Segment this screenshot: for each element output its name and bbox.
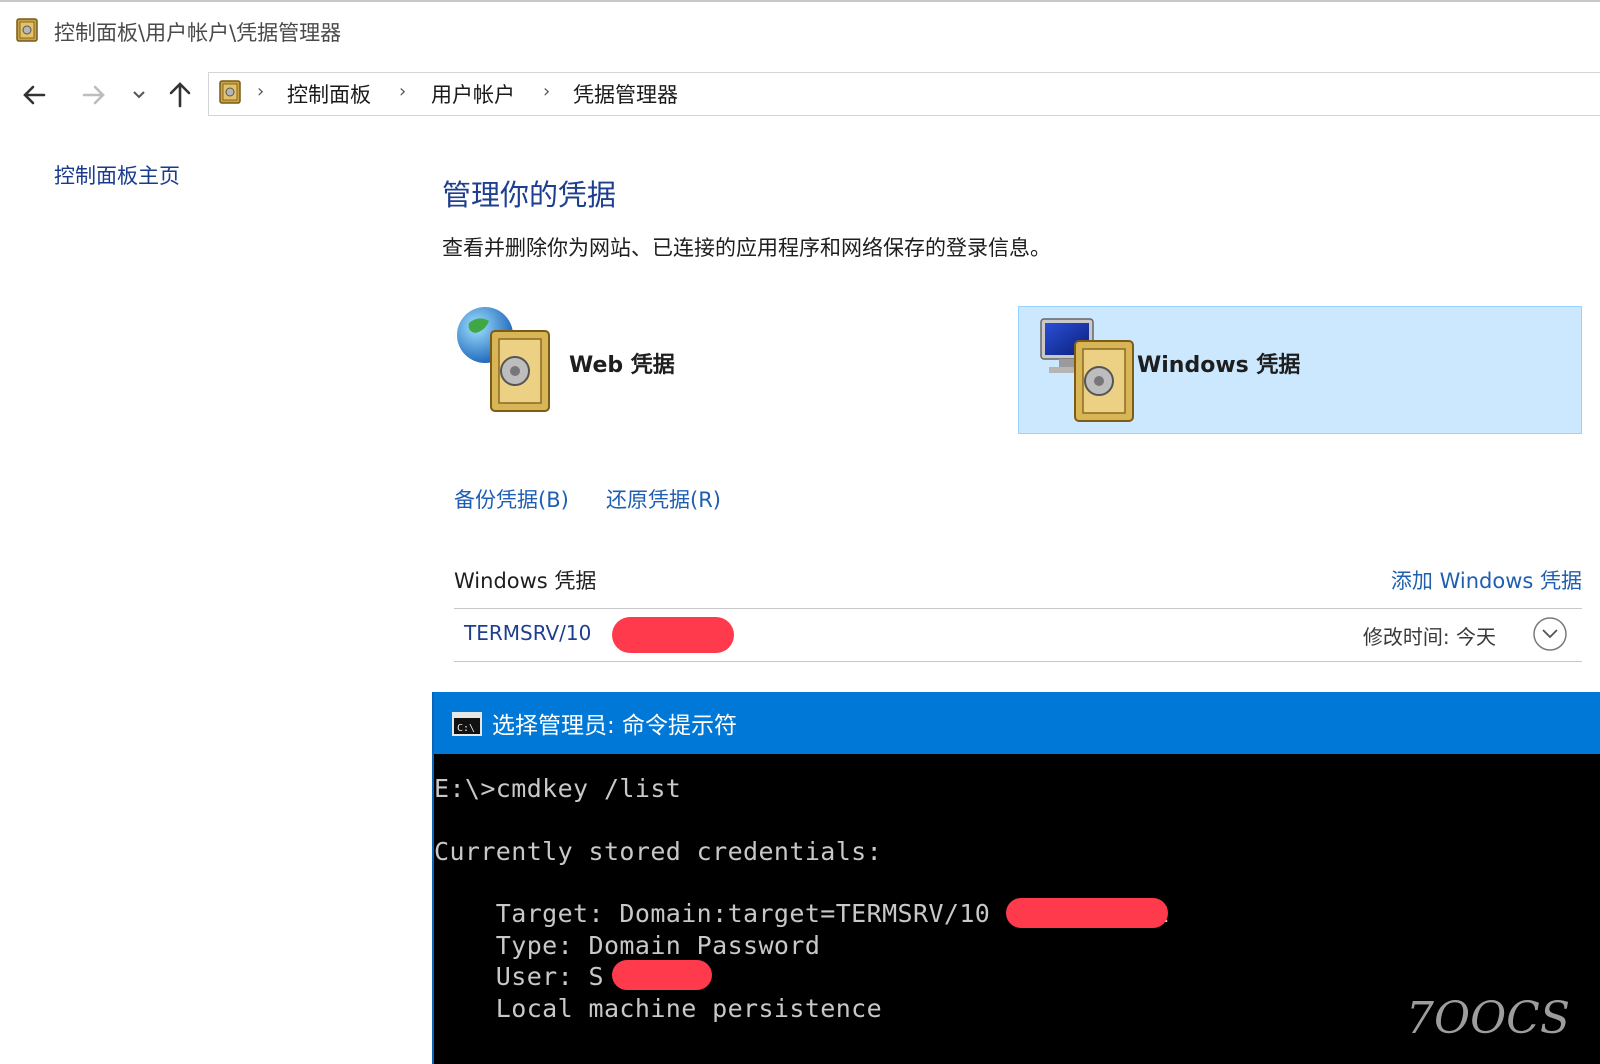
web-credentials-label: Web 凭据 bbox=[569, 353, 675, 378]
windows-credentials-tile[interactable]: Windows 凭据 bbox=[1018, 306, 1582, 434]
credential-modified-time: 修改时间: 今天 bbox=[1362, 625, 1496, 649]
section-title: Windows 凭据 bbox=[454, 569, 597, 593]
credential-manager-icon bbox=[16, 18, 38, 42]
control-panel-home-link[interactable]: 控制面板主页 bbox=[54, 160, 180, 190]
credential-manager-icon bbox=[219, 80, 241, 104]
breadcrumb-credential-manager[interactable]: 凭据管理器 bbox=[573, 79, 678, 109]
cmd-persistence-line: Local machine persistence bbox=[434, 994, 883, 1023]
page-title: 管理你的凭据 bbox=[442, 178, 617, 212]
address-bar[interactable]: › 控制面板 › 用户帐户 › 凭据管理器 bbox=[208, 72, 1600, 116]
breadcrumb-control-panel[interactable]: 控制面板 bbox=[287, 79, 371, 109]
watermark-logo: 7OOCS bbox=[1406, 993, 1570, 1044]
command-prompt-title: 选择管理员: 命令提示符 bbox=[492, 713, 738, 739]
redaction-mark bbox=[612, 960, 712, 990]
cmd-user-prefix: User: S bbox=[434, 962, 604, 991]
arrow-right-icon bbox=[82, 85, 105, 105]
cmd-type-line: Type: Domain Password bbox=[434, 931, 821, 960]
redaction-mark bbox=[1006, 898, 1168, 928]
breadcrumb-separator-icon: › bbox=[543, 81, 551, 102]
cmd-command-line: E:\>cmdkey /list bbox=[434, 774, 682, 803]
window-top-border bbox=[0, 0, 1600, 2]
restore-credentials-link[interactable]: 还原凭据(R) bbox=[606, 484, 721, 514]
cmd-header-line: Currently stored credentials: bbox=[434, 837, 883, 866]
redaction-mark bbox=[612, 617, 734, 653]
breadcrumb-separator-icon: › bbox=[399, 81, 407, 102]
arrow-left-icon bbox=[23, 85, 46, 105]
forward-button[interactable] bbox=[76, 78, 110, 112]
web-credentials-tile[interactable]: Web 凭据 bbox=[455, 305, 925, 425]
svg-text:C:\: C:\ bbox=[457, 723, 475, 734]
expand-credential-button[interactable] bbox=[1532, 616, 1568, 652]
chevron-down-icon bbox=[133, 91, 145, 99]
back-button[interactable] bbox=[18, 78, 52, 112]
cmd-user-line: User: S bbox=[434, 962, 604, 991]
page-description: 查看并删除你为网站、已连接的应用程序和网络保存的登录信息。 bbox=[442, 236, 1051, 260]
breadcrumb-user-accounts[interactable]: 用户帐户 bbox=[431, 79, 515, 109]
windows-credentials-label: Windows 凭据 bbox=[1137, 353, 1301, 378]
add-windows-credential-link[interactable]: 添加 Windows 凭据 bbox=[1391, 565, 1582, 595]
command-prompt-titlebar[interactable]: C:\ 选择管理员: 命令提示符 bbox=[434, 692, 1600, 754]
command-prompt-icon: C:\ bbox=[452, 712, 482, 736]
chevron-down-circle-icon bbox=[1533, 617, 1567, 651]
breadcrumb-separator-icon: › bbox=[257, 81, 265, 102]
cmd-target-prefix: Target: Domain:target=TERMSRV/10 bbox=[434, 899, 991, 928]
windows-credentials-icon bbox=[1040, 318, 1134, 422]
backup-credentials-link[interactable]: 备份凭据(B) bbox=[454, 484, 569, 514]
arrow-up-icon bbox=[169, 82, 191, 108]
up-button[interactable] bbox=[162, 76, 198, 112]
credential-row[interactable]: TERMSRV/102 修改时间: 今天 bbox=[454, 609, 1582, 661]
recent-locations-button[interactable] bbox=[128, 82, 150, 106]
web-credentials-icon bbox=[457, 307, 550, 412]
credential-target-prefix: TERMSRV/10 bbox=[464, 621, 592, 645]
window-title: 控制面板\用户帐户\凭据管理器 bbox=[54, 21, 342, 45]
row-divider bbox=[454, 661, 1582, 662]
